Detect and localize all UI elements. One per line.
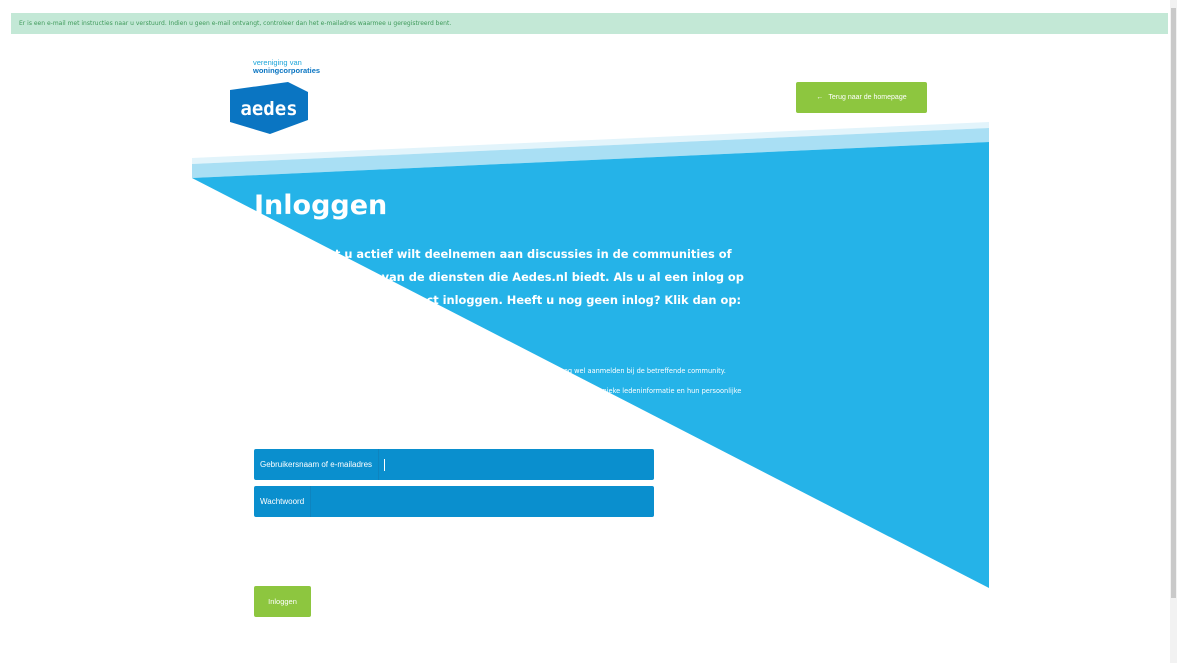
new-user-register-link[interactable]: Nieuwe gebruiker? Registreren [254,563,367,573]
logo-subtitle: vereniging van woningcorporaties [253,59,320,75]
logo-brand-text: aedes [240,98,297,120]
benefits-list: Een kijkje te nemen in de communities. O… [258,364,758,419]
page-title: Inloggen [254,190,388,221]
login-button[interactable]: Inloggen [254,586,311,617]
scrollbar[interactable] [1170,0,1177,663]
scrollbar-thumb[interactable] [1171,8,1176,598]
username-field[interactable]: Gebruikersnaam of e-mailadres [254,448,654,481]
back-button-label: Terug naar de homepage [828,94,907,101]
arrow-left-icon: ← [816,94,824,101]
password-field[interactable]: Wachtwoord [254,485,654,518]
back-to-homepage-button[interactable]: ← Terug naar de homepage [796,82,927,113]
intro-paragraph: Wat goed dat u actief wilt deelnemen aan… [254,247,744,307]
list-item: E-mailalerts en digitale nieuwsbrieven t… [268,384,758,415]
forgot-password-link[interactable]: Wachtwoord vergeten? [254,535,338,545]
password-input[interactable] [311,485,654,518]
username-label: Gebruikersnaam of e-mailadres [254,449,380,480]
register-subheading: U registreert zich hieronder om: [254,340,431,351]
logo-line2: woningcorporaties [253,66,321,75]
intro-text: Wat goed dat u actief wilt deelnemen aan… [254,243,754,336]
username-input[interactable] [385,448,654,481]
intro-register-link[interactable]: Registreren [254,320,300,330]
password-label: Wachtwoord [254,486,312,517]
notice-banner: Er is een e-mail met instructies naar u … [11,13,1168,34]
list-item: Een kijkje te nemen in de communities. O… [268,364,758,380]
notice-text: Er is een e-mail met instructies naar u … [19,20,452,27]
